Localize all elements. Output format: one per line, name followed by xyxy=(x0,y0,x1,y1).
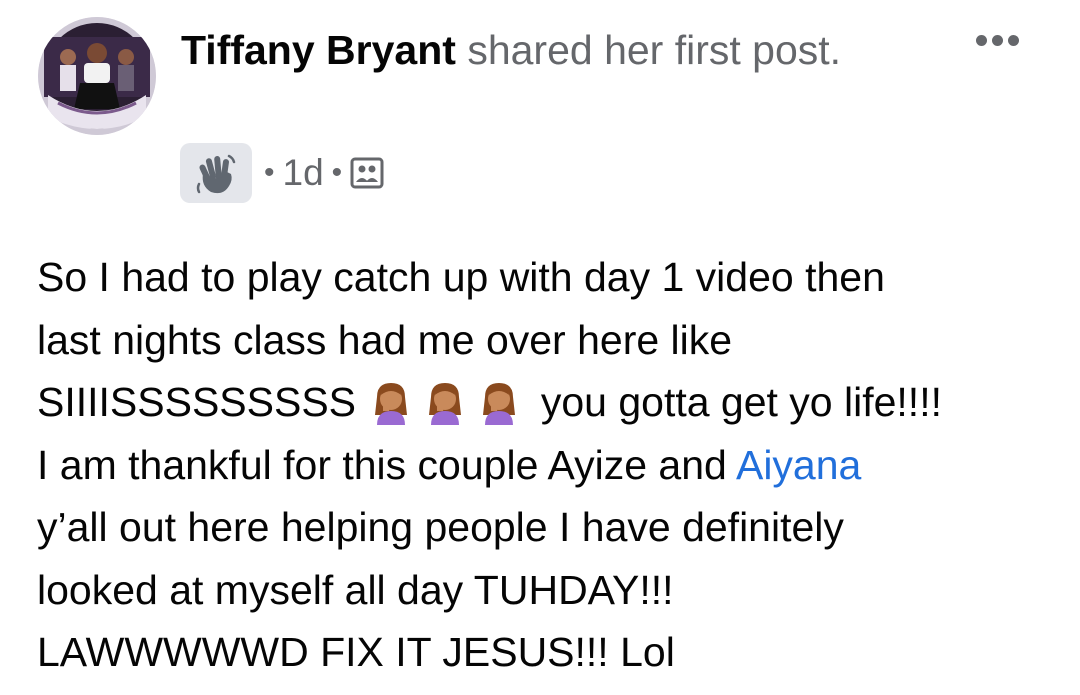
audience-selector[interactable] xyxy=(350,157,384,189)
post-text-segment: I am thankful for this couple Ayize and xyxy=(37,441,727,488)
post-text-line: I am thankful for this couple Ayize and … xyxy=(37,434,1047,497)
post-text-line: LAWWWWWD FIX IT JESUS!!! Lol xyxy=(37,629,675,675)
post-meta: • 1d • xyxy=(180,143,384,203)
post-action-text: shared her first post. xyxy=(467,27,842,73)
post-text-line: SIIIISSSSSSSSS you gotta get yo life!!!! xyxy=(37,371,1047,434)
author-name[interactable]: Tiffany Bryant xyxy=(181,27,456,73)
woman-facepalming-emoji xyxy=(367,377,415,425)
post-timestamp[interactable]: 1d xyxy=(283,152,324,194)
post-text-line: looked at myself all day TUHDAY!!! xyxy=(37,566,674,613)
more-options-icon-dot xyxy=(1007,34,1019,46)
post-text-segment: you gotta get yo life!!!! xyxy=(540,379,942,425)
author-avatar[interactable] xyxy=(38,17,156,135)
meta-separator: • xyxy=(264,156,275,189)
post-text-line: y’all out here helping people I have def… xyxy=(37,504,844,550)
more-options-icon-dot xyxy=(991,34,1003,46)
waving-hand-icon xyxy=(196,154,236,194)
mention-link[interactable]: Aiyana xyxy=(736,442,861,488)
post-body: So I had to play catch up with day 1 vid… xyxy=(37,246,1047,684)
avatar-photo xyxy=(38,17,156,135)
woman-facepalming-emoji xyxy=(421,377,469,425)
woman-facepalming-emoji xyxy=(475,377,523,425)
more-options-button[interactable] xyxy=(967,20,1027,60)
photo-group-icon xyxy=(350,157,384,189)
post-card: Tiffany Bryant shared her first post. • xyxy=(0,0,1080,695)
post-text-line: So I had to play catch up with day 1 vid… xyxy=(37,254,885,300)
wave-button[interactable] xyxy=(180,143,252,203)
post-text-segment: SIIIISSSSSSSSS xyxy=(37,379,357,425)
meta-separator: • xyxy=(331,156,343,189)
post-header: Tiffany Bryant shared her first post. xyxy=(181,22,861,78)
post-text-line: last nights class had me over here like xyxy=(37,316,733,363)
more-options-icon xyxy=(975,34,987,46)
